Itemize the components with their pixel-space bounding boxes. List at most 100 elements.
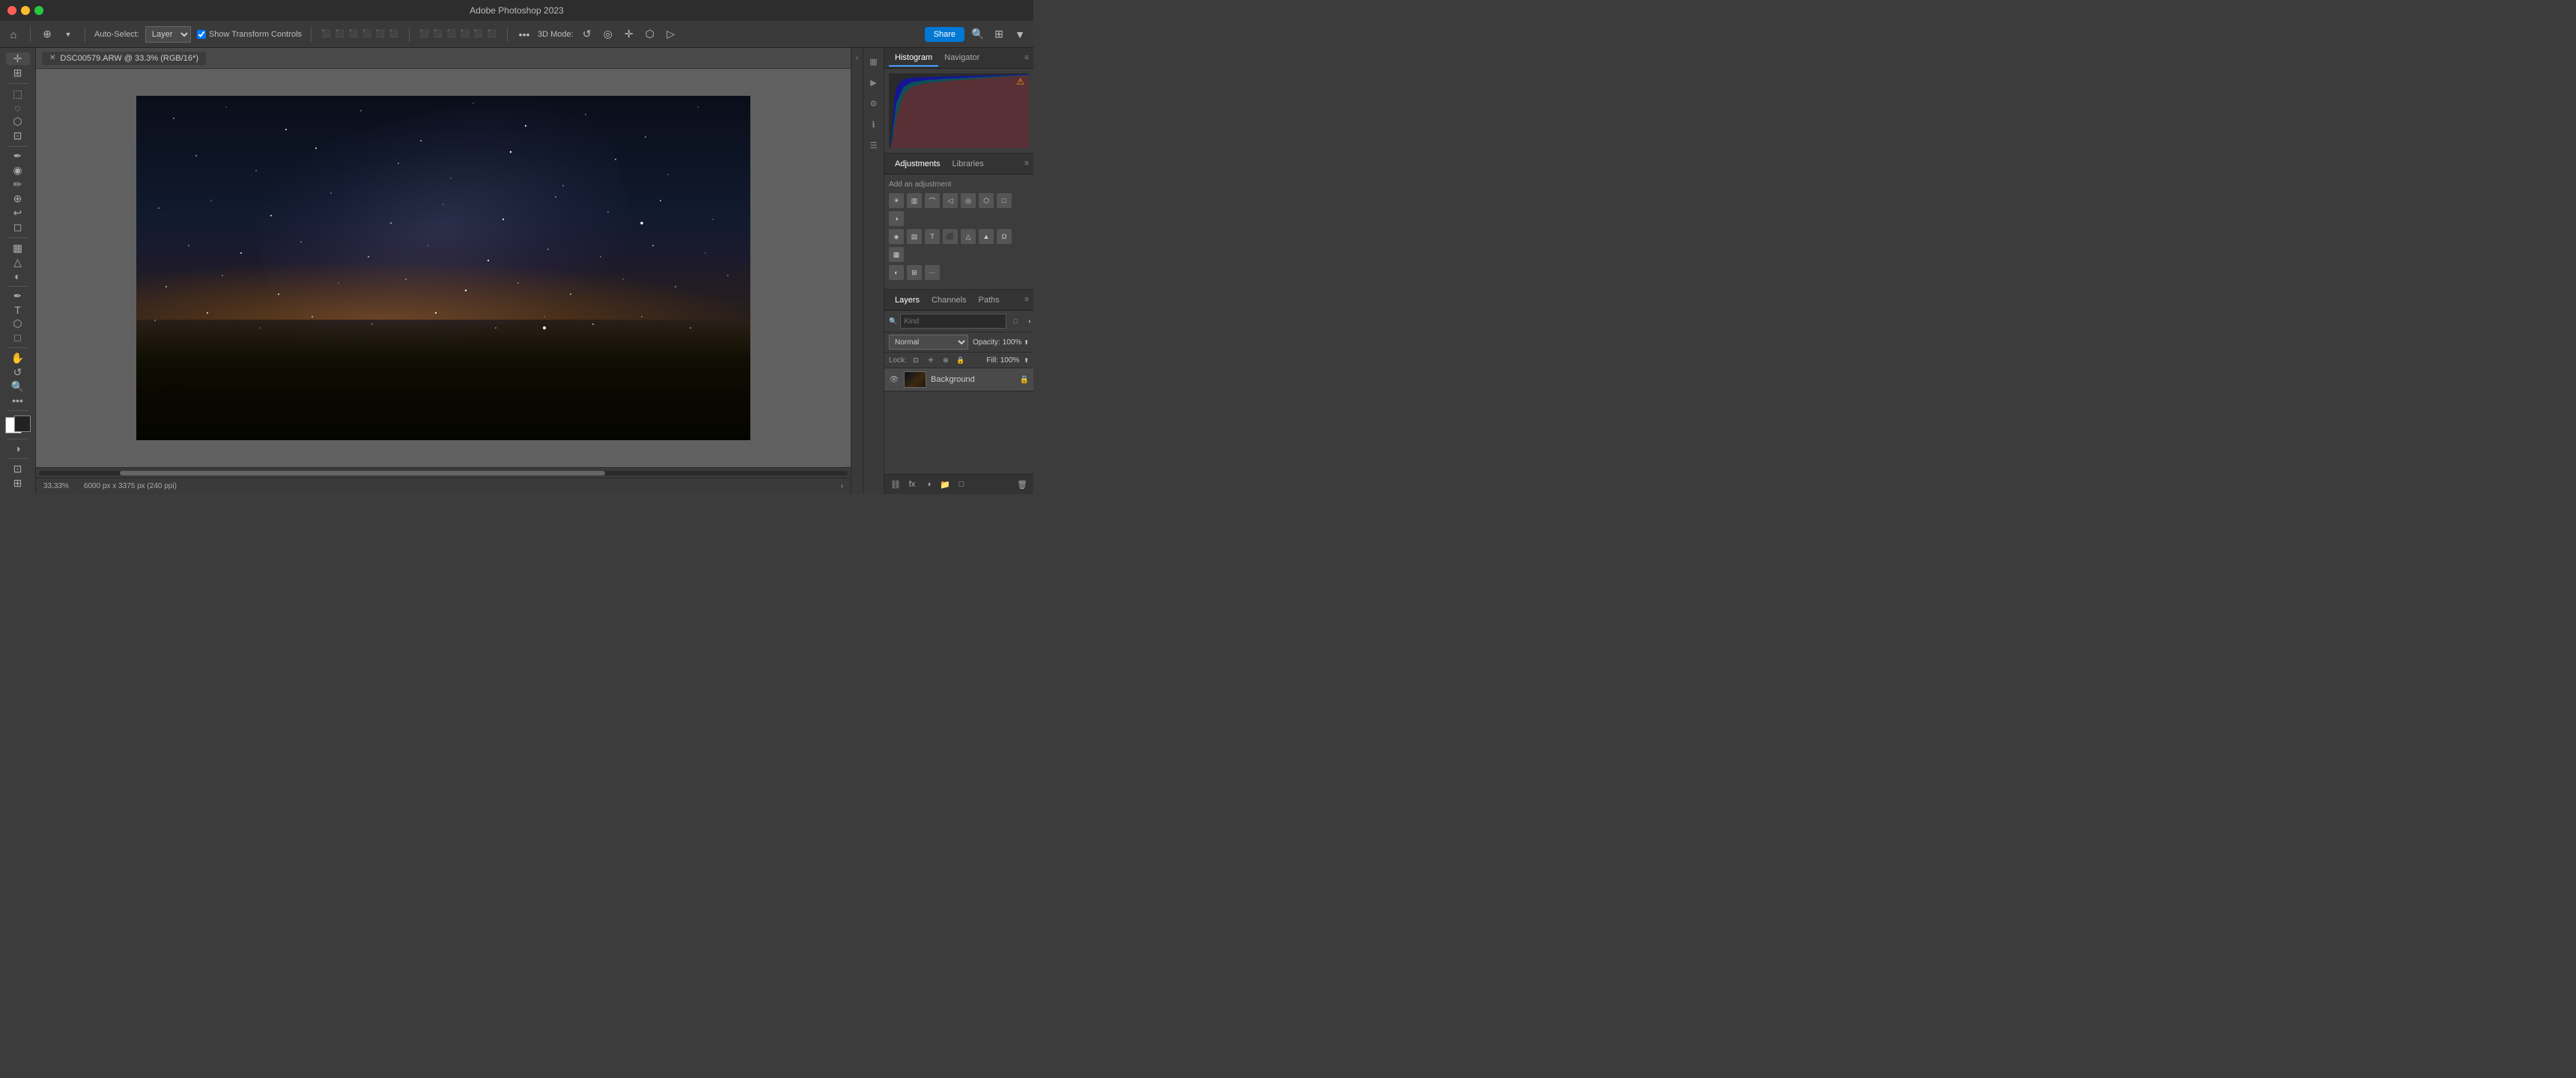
layer-mask-icon[interactable]: ◑	[922, 478, 935, 491]
lasso-tool[interactable]: ◌	[6, 102, 30, 114]
3d-mode-icon2[interactable]: ◎	[601, 27, 616, 42]
history-brush[interactable]: ↩	[6, 207, 30, 219]
hand-tool[interactable]: ✋	[6, 352, 30, 365]
artboard-tool[interactable]: ⊞	[6, 67, 30, 79]
blend-mode-select[interactable]: Normal Multiply Screen	[889, 335, 968, 350]
hsl-adj-icon[interactable]: ⬡	[979, 193, 994, 208]
eyedropper-tool[interactable]: ✒	[6, 150, 30, 162]
colorbalance-adj-icon[interactable]: □	[997, 193, 1012, 208]
scrollbar-thumb[interactable]	[120, 471, 605, 475]
move-tool[interactable]: ✛	[6, 52, 30, 65]
canvas-close-icon[interactable]: ✕	[49, 54, 55, 62]
transform-controls-checkbox[interactable]	[197, 30, 206, 39]
crop-tool[interactable]: ⊡	[6, 130, 30, 142]
histogram-collapse-icon[interactable]: ≡	[1024, 54, 1029, 62]
move-tool-arrow[interactable]: ▼	[61, 27, 76, 42]
libraries-tab[interactable]: Libraries	[947, 156, 990, 171]
layers-panel-icon[interactable]: ☰	[866, 138, 881, 153]
pattern-adj-icon[interactable]: ⊞	[907, 265, 922, 280]
layers-tab[interactable]: Layers	[889, 293, 926, 308]
blur-tool[interactable]: △	[6, 256, 30, 269]
align-right-icon[interactable]: ⬛	[347, 28, 359, 40]
shape-tool[interactable]: □	[6, 332, 30, 344]
3d-mode-icon1[interactable]: ↺	[580, 27, 595, 42]
colorlook-adj-icon[interactable]: T	[925, 229, 940, 244]
quick-mask-tool[interactable]: ◑	[6, 442, 30, 454]
layer-visibility-icon[interactable]: 👁	[889, 374, 899, 385]
layer-select[interactable]: Layer Group	[145, 26, 191, 43]
dodge-tool[interactable]: ◐	[6, 270, 30, 282]
link-layers-icon[interactable]: ⛓	[889, 478, 902, 491]
move-tool-button[interactable]: ⊕	[40, 27, 55, 42]
search-icon[interactable]: 🔍	[970, 27, 985, 42]
lock-pixels-icon[interactable]: ⊡	[910, 354, 922, 366]
filter-adjust-icon[interactable]: ◑	[1023, 315, 1033, 327]
arrange-icon[interactable]: ⊞	[991, 27, 1006, 42]
rotate-tool[interactable]: ↺	[6, 366, 30, 379]
marquee-tool[interactable]: ⬚	[6, 88, 30, 100]
extra-tool[interactable]: •••	[6, 395, 30, 406]
adjustments-collapse-icon[interactable]: ≡	[1024, 159, 1029, 168]
gradient-tool[interactable]: ▦	[6, 242, 30, 255]
align-top-icon[interactable]: ⬛	[361, 28, 373, 40]
3d-mode-icon5[interactable]: ▷	[663, 27, 678, 42]
spot-heal-tool[interactable]: ◉	[6, 164, 30, 177]
align-center-h-icon[interactable]: ⬛	[334, 28, 346, 40]
vibrance-adj-icon[interactable]: ◎	[961, 193, 976, 208]
levels-adj-icon[interactable]: ▥	[907, 193, 922, 208]
invert-adj-icon[interactable]: ⬛	[943, 229, 958, 244]
share-button[interactable]: Share	[925, 27, 965, 42]
distribute-h-icon[interactable]: ⬛	[419, 28, 431, 40]
type-tool[interactable]: T	[6, 304, 30, 316]
exposure-adj-icon[interactable]: ◁	[943, 193, 958, 208]
filter-pixel-icon[interactable]: □	[1009, 315, 1021, 327]
collapse-arrow-icon[interactable]: ‹	[856, 54, 858, 62]
bw-adj-icon[interactable]: ◑	[889, 211, 904, 226]
curves-adj-icon[interactable]: ⌒	[925, 193, 940, 208]
quick-select-tool[interactable]: ⬡	[6, 115, 30, 128]
zoom-tool[interactable]: 🔍	[6, 380, 30, 393]
layers-collapse-icon[interactable]: ≡	[1024, 296, 1029, 304]
info-icon[interactable]: ℹ	[866, 117, 881, 132]
lock-all-icon[interactable]: 🔒	[955, 354, 967, 366]
solidcolor-adj-icon[interactable]: ◐	[889, 265, 904, 280]
selectcolor-adj-icon[interactable]: Ω	[997, 229, 1012, 244]
new-group-icon[interactable]: 📁	[938, 478, 952, 491]
delete-layer-icon[interactable]: 🗑	[1015, 478, 1029, 491]
channels-tab[interactable]: Channels	[926, 293, 972, 308]
new-layer-icon[interactable]: □	[955, 478, 968, 491]
path-tool[interactable]: ⬡	[6, 317, 30, 330]
photofilt-adj-icon[interactable]: ◈	[889, 229, 904, 244]
brush-tool[interactable]: ✏	[6, 178, 30, 191]
opacity-value[interactable]: 100%	[1003, 338, 1022, 347]
navigator-tab[interactable]: Navigator	[938, 50, 985, 67]
screen-mode2-tool[interactable]: ⊞	[6, 477, 30, 490]
distribute-hor-icon[interactable]: ⬛	[446, 28, 458, 40]
fill-arrows[interactable]: ⬆	[1024, 357, 1029, 364]
more-options-icon[interactable]: •••	[517, 27, 532, 42]
histogram-icon[interactable]: ▦	[866, 54, 881, 69]
align-left-icon[interactable]: ⬛	[321, 28, 332, 40]
layer-style-icon[interactable]: fx	[905, 478, 919, 491]
3d-mode-icon3[interactable]: ✛	[622, 27, 637, 42]
threshold-adj-icon[interactable]: ▲	[979, 229, 994, 244]
distribute-extra2-icon[interactable]: ⬛	[486, 28, 498, 40]
brightness-adj-icon[interactable]: ☀	[889, 193, 904, 208]
align-center-v-icon[interactable]: ⬛	[374, 28, 386, 40]
layers-search-input[interactable]	[900, 314, 1006, 329]
layer-row-background[interactable]: 👁 Background 🔒	[884, 368, 1033, 392]
home-button[interactable]: ⌂	[6, 27, 21, 42]
close-button[interactable]	[7, 6, 16, 15]
lock-position-icon[interactable]: ✛	[925, 354, 937, 366]
eraser-tool[interactable]: ◻	[6, 221, 30, 234]
distribute-ver-icon[interactable]: ⬛	[459, 28, 471, 40]
clone-tool[interactable]: ⊕	[6, 192, 30, 205]
screen-mode-tool[interactable]: ⊡	[6, 463, 30, 475]
distribute-v-icon[interactable]: ⬛	[432, 28, 444, 40]
more-arrow-icon[interactable]: ▼	[1012, 27, 1027, 42]
3d-mode-icon4[interactable]: ⬡	[643, 27, 657, 42]
distribute-extra-icon[interactable]: ⬛	[473, 28, 484, 40]
gradient-adj-icon[interactable]: ▦	[889, 247, 904, 262]
adjustments-tab[interactable]: Adjustments	[889, 156, 947, 171]
pen-tool[interactable]: ✒	[6, 290, 30, 302]
